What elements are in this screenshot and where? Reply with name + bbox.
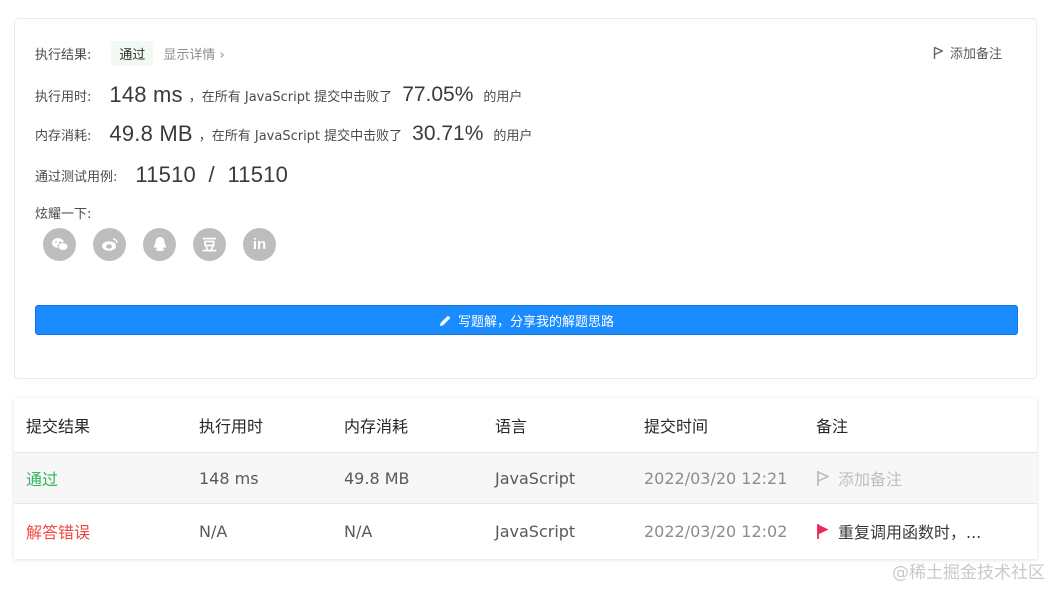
linkedin-icon[interactable]: in <box>243 228 276 261</box>
flag-icon <box>933 46 944 59</box>
row-memory: 49.8 MB <box>344 468 410 488</box>
weibo-icon[interactable] <box>93 228 126 261</box>
memory-value: 49.8 MB <box>109 121 193 146</box>
add-note-label: 添加备注 <box>949 47 1002 62</box>
submissions-table: 提交结果 执行用时 内存消耗 语言 提交时间 备注 通过 148 ms 49.8… <box>14 398 1037 559</box>
runtime-users-suffix: 的用户 <box>483 89 523 105</box>
row-memory: N/A <box>344 521 373 541</box>
status-badge: 通过 <box>111 41 154 66</box>
table-row: 通过 148 ms 49.8 MB JavaScript 2022/03/20 … <box>14 452 1037 504</box>
show-details-link[interactable]: 显示详情 › <box>163 44 224 63</box>
exec-result-label: 执行结果: <box>35 48 92 63</box>
runtime-label: 执行用时: <box>35 89 92 105</box>
header-result: 提交结果 <box>26 417 91 436</box>
row-note[interactable]: 重复调用函数时，... <box>816 519 981 543</box>
write-solution-label: 写题解，分享我的解题思路 <box>457 314 614 330</box>
share-label: 炫耀一下: <box>35 207 92 222</box>
row-runtime: 148 ms <box>199 468 259 488</box>
tests-value: 11510 / 11510 <box>135 162 289 187</box>
memory-label: 内存消耗: <box>35 128 92 144</box>
share-row: 炫耀一下: <box>35 203 91 222</box>
row-result-link[interactable]: 通过 <box>26 466 58 490</box>
qq-icon[interactable] <box>143 228 176 261</box>
row-note-text: 重复调用函数时，... <box>838 523 982 542</box>
exec-result-row: 执行结果: 通过 显示详情 › <box>35 41 225 66</box>
wechat-icon[interactable] <box>43 228 76 261</box>
submission-result-card: 执行结果: 通过 显示详情 › 添加备注 执行用时: 148 ms ，在所有 J… <box>14 18 1037 379</box>
douban-icon[interactable]: 豆 <box>193 228 226 261</box>
header-language: 语言 <box>495 417 528 436</box>
header-runtime: 执行用时 <box>199 417 264 436</box>
runtime-text: ，在所有 JavaScript 提交中击败了 <box>188 89 393 105</box>
flag-outline-icon <box>817 470 829 486</box>
flag-filled-icon <box>817 523 829 539</box>
runtime-row: 执行用时: 148 ms ，在所有 JavaScript 提交中击败了 77.0… <box>35 82 522 108</box>
write-solution-button[interactable]: 写题解，分享我的解题思路 <box>35 305 1018 335</box>
row-note-text: 添加备注 <box>838 470 903 489</box>
table-header: 提交结果 执行用时 内存消耗 语言 提交时间 备注 <box>14 398 1037 452</box>
row-language: JavaScript <box>495 521 576 541</box>
header-note: 备注 <box>816 417 849 436</box>
tests-row: 通过测试用例: 11510 / 11510 <box>35 162 294 188</box>
header-memory: 内存消耗 <box>344 417 409 436</box>
memory-users-suffix: 的用户 <box>493 128 533 144</box>
row-time: 2022/03/20 12:02 <box>644 521 788 541</box>
header-time: 提交时间 <box>644 417 709 436</box>
table-row: 解答错误 N/A N/A JavaScript 2022/03/20 12:02… <box>14 504 1037 558</box>
douban-glyph: 豆 <box>201 236 217 254</box>
memory-row: 内存消耗: 49.8 MB ，在所有 JavaScript 提交中击败了 30.… <box>35 121 532 147</box>
memory-percent: 30.71% <box>412 122 484 145</box>
memory-text: ，在所有 JavaScript 提交中击败了 <box>198 128 403 144</box>
tests-label: 通过测试用例: <box>35 169 118 185</box>
pencil-icon <box>439 315 451 326</box>
share-icons: 豆 in <box>43 228 293 261</box>
row-result-link[interactable]: 解答错误 <box>26 519 90 543</box>
watermark: @稀土掘金技术社区 <box>892 563 1045 583</box>
row-add-note-button[interactable]: 添加备注 <box>816 466 902 490</box>
runtime-value: 148 ms <box>109 82 183 107</box>
add-note-button[interactable]: 添加备注 <box>933 43 1002 62</box>
linkedin-glyph: in <box>252 236 267 253</box>
runtime-percent: 77.05% <box>402 83 474 106</box>
row-runtime: N/A <box>199 521 228 541</box>
row-language: JavaScript <box>495 468 576 488</box>
row-time: 2022/03/20 12:21 <box>644 468 788 488</box>
